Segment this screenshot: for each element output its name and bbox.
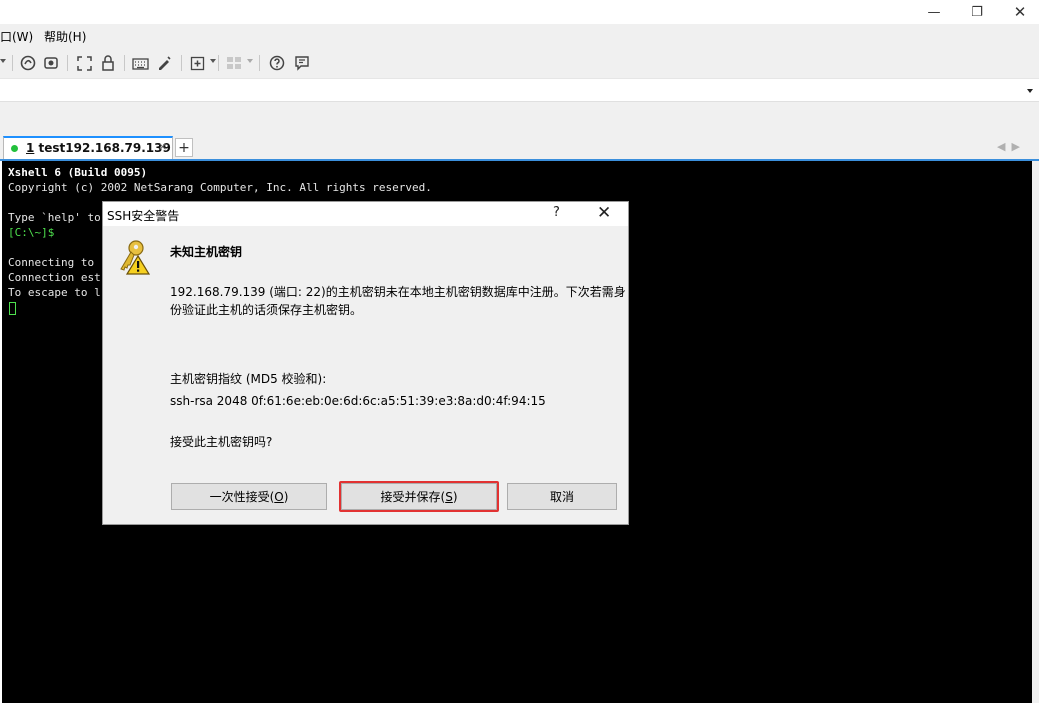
terminal-prompt: [C:\~]$ <box>8 226 55 239</box>
link-bar <box>0 102 1039 136</box>
accept-save-label-end: ) <box>452 489 458 504</box>
menu-help[interactable]: 帮助(H) <box>44 28 86 45</box>
add-tab-button[interactable]: + <box>175 138 193 157</box>
minimize-icon[interactable]: — <box>912 0 956 24</box>
dialog-titlebar: SSH安全警告 ? ✕ <box>103 202 628 226</box>
fullscreen-icon[interactable] <box>74 53 94 73</box>
script-icon[interactable] <box>154 53 174 73</box>
fingerprint-value: ssh-rsa 2048 0f:61:6e:eb:0e:6d:6c:a5:51:… <box>170 394 546 408</box>
toolbar-separator <box>67 55 68 71</box>
lock-icon[interactable] <box>98 53 118 73</box>
terminal-line: To escape to l <box>8 286 101 299</box>
toolbar-separator <box>12 55 13 71</box>
layout-icon[interactable] <box>224 53 244 73</box>
dialog-help-icon[interactable]: ? <box>553 205 560 220</box>
dialog-title: SSH安全警告 <box>107 209 180 223</box>
address-bar[interactable] <box>0 78 1039 102</box>
close-glyph: ✕ <box>1013 3 1027 21</box>
accept-once-button[interactable]: 一次性接受(O) <box>171 483 327 510</box>
menu-window[interactable]: 口(W) <box>0 28 33 45</box>
dropdown-arrow-icon[interactable] <box>0 59 6 63</box>
accept-once-label: 一次性接受( <box>209 490 275 504</box>
help-icon[interactable] <box>267 53 287 73</box>
session-tab-bar: 1 test192.168.79.139 × + ◀▶ <box>0 136 1039 160</box>
transfer-icon[interactable] <box>40 53 62 73</box>
connection-status-icon <box>11 145 18 152</box>
toolbar-separator <box>124 55 125 71</box>
session-tab-name: test192.168.79.139 <box>34 141 171 155</box>
toolbar-separator <box>181 55 182 71</box>
terminal-cursor <box>9 302 16 315</box>
layout-dropdown-icon[interactable] <box>247 59 253 63</box>
restore-icon[interactable]: ❐ <box>955 0 999 24</box>
terminal-line: Xshell 6 (Build 0095) <box>8 166 148 179</box>
tab-scroll-arrows-icon[interactable]: ◀▶ <box>997 140 1026 153</box>
toolbar-separator <box>218 55 219 71</box>
dialog-question: 接受此主机密钥吗? <box>170 435 273 449</box>
dialog-message-line1: 192.168.79.139 (端口: 22)的主机密钥未在本地主机密钥数据库中… <box>170 285 626 299</box>
plus-icon: + <box>178 139 190 156</box>
key-warning-icon <box>116 239 151 275</box>
cancel-label: 取消 <box>549 490 574 504</box>
accept-save-label: 接受并保存( <box>380 490 446 504</box>
xftp-icon[interactable] <box>18 53 38 73</box>
tab-close-icon[interactable]: × <box>158 140 167 153</box>
terminal-line: Copyright (c) 2002 NetSarang Computer, I… <box>8 181 432 194</box>
restore-glyph: ❐ <box>971 4 983 20</box>
close-icon[interactable]: ✕ <box>998 0 1039 24</box>
minimize-glyph: — <box>927 4 941 20</box>
keyboard-icon[interactable] <box>130 53 150 73</box>
fingerprint-label: 主机密钥指纹 (MD5 校验和): <box>170 372 327 386</box>
accept-once-label-end: ) <box>283 489 289 504</box>
accept-once-shortcut: O <box>274 489 284 504</box>
address-dropdown-icon[interactable] <box>1027 89 1033 93</box>
toolbar <box>0 48 1039 78</box>
session-tab[interactable]: 1 test192.168.79.139 × <box>3 136 173 160</box>
terminal-scrollbar[interactable] <box>1032 161 1039 703</box>
chat-icon[interactable] <box>292 53 312 73</box>
accept-and-save-button[interactable]: 接受并保存(S) <box>341 483 497 510</box>
new-tab-icon[interactable] <box>187 53 207 73</box>
accept-save-shortcut: S <box>445 489 453 504</box>
menu-bar: 口(W) 帮助(H) <box>0 24 1039 48</box>
dialog-heading: 未知主机密钥 <box>170 245 243 259</box>
ssh-security-alert-dialog: SSH安全警告 ? ✕ 未知主机密钥 192.168.79.139 (端口: 2… <box>102 201 629 525</box>
terminal-line: Type `help' to <box>8 211 101 224</box>
window-titlebar: — ❐ ✕ <box>0 0 1039 24</box>
dialog-close-icon[interactable]: ✕ <box>597 203 611 223</box>
cancel-button[interactable]: 取消 <box>507 483 617 510</box>
new-tab-dropdown-icon[interactable] <box>210 59 216 63</box>
terminal-line: Connection est <box>8 271 101 284</box>
session-tab-label: 1 test192.168.79.139 <box>26 141 171 155</box>
dialog-message-line2: 份验证此主机的话须保存主机密钥。 <box>170 303 363 317</box>
terminal-line: Connecting to <box>8 256 95 269</box>
toolbar-separator <box>259 55 260 71</box>
